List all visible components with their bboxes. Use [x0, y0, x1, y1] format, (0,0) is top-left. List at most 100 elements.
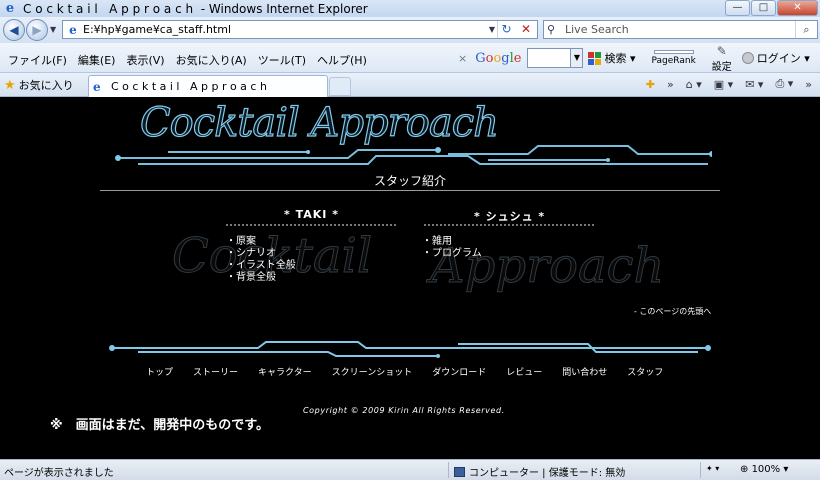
- feeds-icon[interactable]: ▣ ▾: [714, 78, 733, 91]
- menu-view[interactable]: 表示(V): [126, 52, 164, 68]
- tab-row: ★ お気に入り e C o c k t a i l A p p r o a c …: [0, 73, 820, 97]
- footer-link-review[interactable]: レビュー: [506, 365, 542, 378]
- staff-roles-shushu: ・雑用 ・プログラム: [422, 236, 482, 260]
- menu-tools[interactable]: ツール(T): [258, 52, 306, 68]
- menu-edit[interactable]: 編集(E): [78, 52, 116, 68]
- copyright: Copyright © 2009 Kirin All Rights Reserv…: [303, 406, 505, 415]
- dev-notice: ※ 画面はまだ、開発中のものです。: [50, 418, 269, 433]
- refresh-icon[interactable]: ↻: [497, 21, 515, 38]
- role-item: ・背景全般: [226, 272, 276, 283]
- computer-zone-icon: [454, 466, 465, 477]
- stop-icon[interactable]: ✕: [517, 21, 535, 38]
- zoom-control[interactable]: ⊕ 100% ▾: [740, 464, 788, 475]
- favorites-button[interactable]: ★ お気に入り: [4, 77, 74, 93]
- search-placeholder[interactable]: Live Search: [565, 23, 629, 36]
- search-icon[interactable]: ⌕: [795, 21, 817, 38]
- live-search-icon: ⚲: [547, 23, 556, 36]
- window-controls: — □ ✕: [724, 0, 818, 16]
- footer-nav: トップ ストーリー キャラクター スクリーンショット ダウンロード レビュー 問…: [146, 365, 683, 378]
- menu-file[interactable]: ファイル(F): [8, 52, 67, 68]
- footer-circuit-decoration: [109, 341, 711, 358]
- login-button[interactable]: ログイン ▾: [741, 50, 810, 66]
- more-chevron-icon[interactable]: »: [667, 78, 674, 91]
- star-icon: ★: [4, 77, 16, 93]
- tab-label: C o c k t a i l A p p r o a c h: [111, 80, 267, 93]
- address-dropdown-icon[interactable]: ▼: [489, 25, 495, 34]
- site-logo[interactable]: Cocktail Approach: [139, 99, 499, 146]
- role-item: ・原案: [226, 236, 256, 247]
- mail-icon[interactable]: ✉ ▾: [745, 78, 763, 91]
- status-bar: ページが表示されました コンピューター | 保護モード: 無効 ✦ ▾ ⊕ 10…: [0, 459, 820, 480]
- staff-roles-taki: ・原案 ・シナリオ ・イラスト全般 ・背景全般: [226, 236, 296, 284]
- menu-bar: ファイル(F) 編集(E) 表示(V) お気に入り(A) ツール(T) ヘルプ(…: [8, 52, 378, 68]
- address-row: ◀ ▶ ▼ e E:¥hp¥game¥ca_staff.html ▼ ↻ ✕ ⚲…: [0, 17, 820, 43]
- page-icon: e: [69, 22, 77, 37]
- add-favorites-icon[interactable]: ✚: [646, 78, 655, 91]
- ie-logo-icon: e: [5, 0, 15, 16]
- back-button[interactable]: ◀: [3, 19, 25, 41]
- role-item: ・イラスト全般: [226, 260, 296, 271]
- address-bar[interactable]: e E:¥hp¥game¥ca_staff.html ▼ ↻ ✕: [62, 20, 538, 39]
- zone-label: コンピューター | 保護モード: 無効: [469, 468, 626, 479]
- zoom-dropdown-icon: ▾: [780, 464, 789, 475]
- status-message: ページが表示されました: [4, 468, 114, 479]
- google-search-dropdown-icon[interactable]: ▼: [571, 48, 584, 68]
- status-divider: [448, 462, 449, 478]
- close-button[interactable]: ✕: [777, 0, 818, 16]
- menu-row: ファイル(F) 編集(E) 表示(V) お気に入り(A) ツール(T) ヘルプ(…: [0, 43, 820, 73]
- footer-link-contact[interactable]: 問い合わせ: [562, 365, 607, 378]
- google-logo: Google: [475, 50, 522, 66]
- status-divider: [700, 462, 701, 478]
- footer-link-download[interactable]: ダウンロード: [432, 365, 486, 378]
- settings-label: 設定: [711, 61, 732, 73]
- staff-divider-taki: [226, 224, 396, 226]
- zoom-level: 100%: [751, 464, 781, 475]
- staff-divider-shushu: [424, 224, 594, 226]
- toolbar-close-icon[interactable]: ×: [458, 52, 467, 65]
- google-toolbar: × Google ▼ 検索 ▾ PageRank ✎ 設定 ログイン ▾: [458, 44, 810, 73]
- history-dropdown-icon[interactable]: ▼: [50, 25, 56, 34]
- footer-link-character[interactable]: キャラクター: [258, 365, 312, 378]
- print-icon[interactable]: ⎙ ▾: [775, 77, 793, 91]
- pagerank-bar: [653, 50, 694, 54]
- security-zone[interactable]: コンピューター | 保護モード: 無効: [454, 464, 625, 479]
- zoom-icon: ⊕: [740, 464, 752, 475]
- menu-help[interactable]: ヘルプ(H): [317, 52, 367, 68]
- favorites-label: お気に入り: [18, 79, 74, 92]
- address-url[interactable]: E:¥hp¥game¥ca_staff.html: [83, 23, 231, 36]
- live-search-box[interactable]: ⚲ Live Search ⌕: [543, 20, 818, 39]
- minimize-button[interactable]: —: [725, 0, 750, 16]
- pagerank-label: PageRank: [651, 56, 696, 66]
- google-search-label: 検索: [604, 52, 627, 65]
- role-item: ・プログラム: [422, 248, 482, 259]
- tools-chevron-icon[interactable]: »: [805, 78, 812, 91]
- forward-button[interactable]: ▶: [26, 19, 48, 41]
- google-search-input[interactable]: [527, 48, 572, 68]
- tab-page-icon: e: [93, 79, 101, 94]
- tab-active[interactable]: e C o c k t a i l A p p r o a c h: [88, 75, 328, 97]
- page-content: Cocktail Approach スタッフ紹介 Cocktail Approa…: [0, 98, 820, 459]
- role-item: ・雑用: [422, 236, 452, 247]
- footer-link-top[interactable]: トップ: [146, 365, 173, 378]
- google-search-icon: [588, 51, 602, 65]
- window-title: C o c k t a i l A p p r o a c h - Window…: [23, 1, 368, 16]
- footer-link-story[interactable]: ストーリー: [193, 365, 238, 378]
- pagerank-widget[interactable]: PageRank: [652, 50, 696, 66]
- page-title: スタッフ紹介: [373, 174, 446, 188]
- protected-mode-icon[interactable]: ✦ ▾: [706, 464, 719, 473]
- menu-favorites[interactable]: お気に入り(A): [176, 52, 247, 68]
- login-icon: [741, 52, 754, 64]
- maximize-button[interactable]: □: [751, 0, 776, 16]
- new-tab-button[interactable]: [329, 77, 351, 96]
- home-icon[interactable]: ⌂ ▾: [686, 78, 702, 91]
- footer-link-screenshot[interactable]: スクリーンショット: [332, 365, 413, 378]
- settings-button[interactable]: ✎ 設定: [712, 44, 732, 73]
- wrench-icon: ✎: [716, 43, 727, 58]
- login-label: ログイン: [756, 52, 801, 65]
- staff-name-shushu: * シュシュ *: [474, 210, 546, 223]
- staff-name-taki: * TAKI *: [284, 208, 339, 221]
- footer-link-staff[interactable]: スタッフ: [627, 365, 663, 378]
- page-top-link[interactable]: - このページの先頭へ: [634, 306, 711, 317]
- command-bar: ✚ » ⌂ ▾ ▣ ▾ ✉ ▾ ⎙ ▾ »: [634, 77, 812, 91]
- google-search-button[interactable]: 検索 ▾: [588, 50, 636, 66]
